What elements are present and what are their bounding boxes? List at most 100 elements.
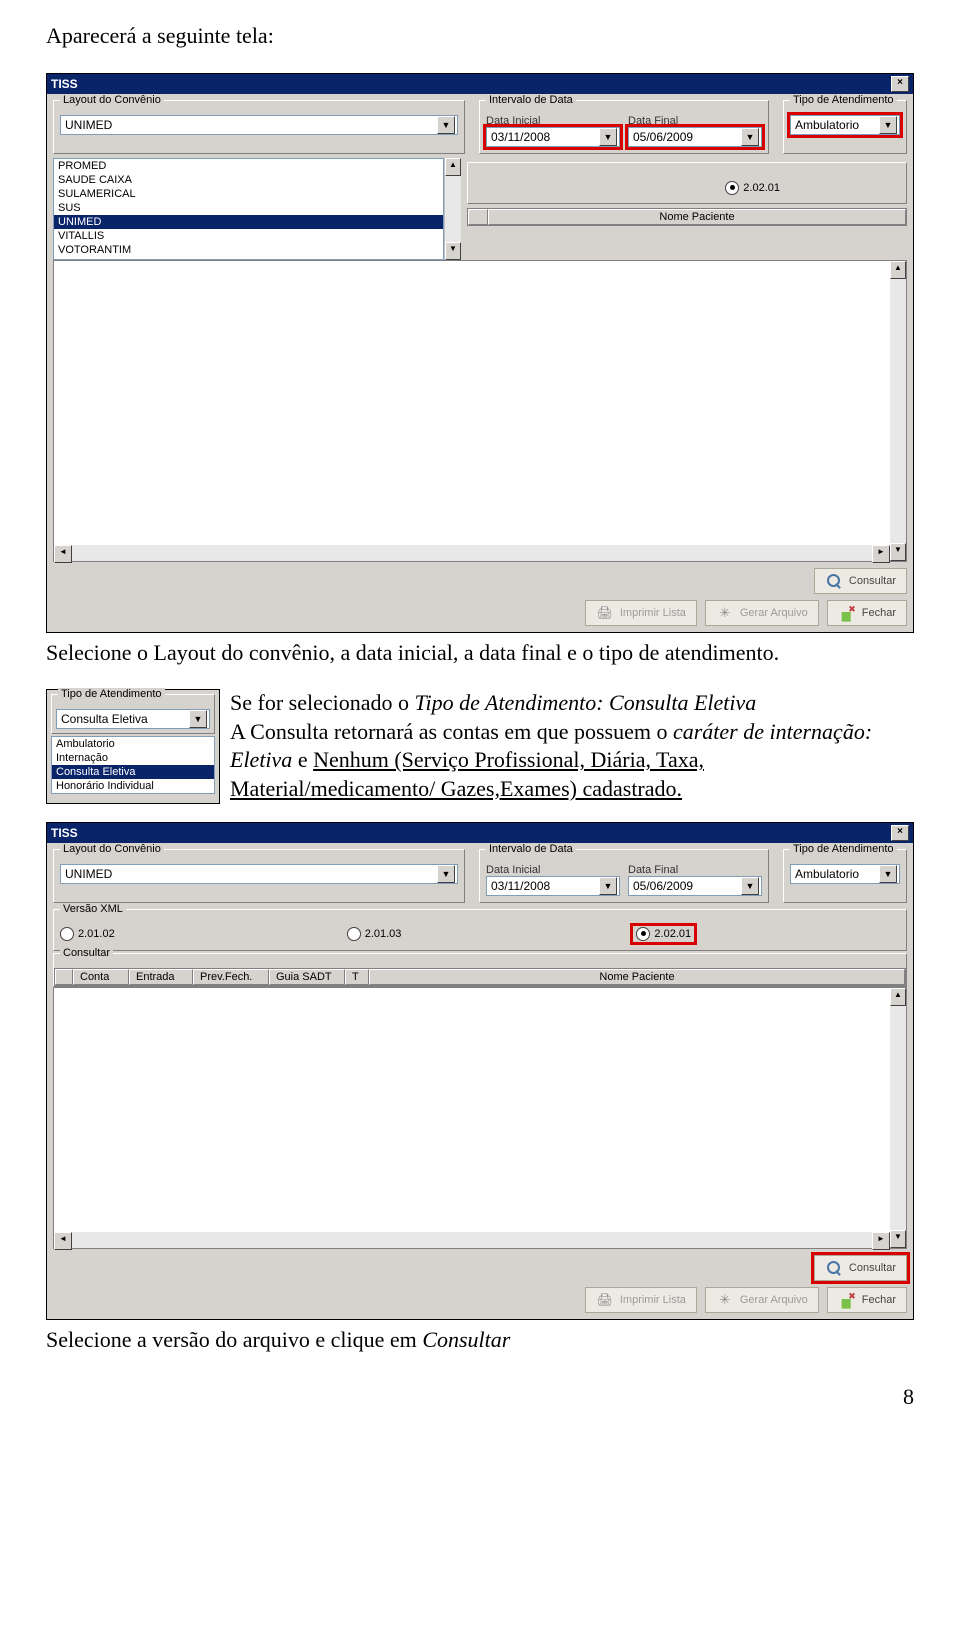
h-scrollbar[interactable]: ◄ ► [54,545,890,561]
tipo-select-small-value: Consulta Eletiva [61,712,148,726]
col-guiasadt: Guia SADT [269,969,345,985]
group-intervalo-label-2: Intervalo de Data [486,843,576,855]
scroll-up-icon[interactable]: ▲ [890,988,906,1006]
consultar-button[interactable]: Consultar [814,568,907,594]
list-item[interactable]: VITALLIS [54,229,443,243]
page-number: 8 [46,1384,914,1410]
label-data-inicial: Data Inicial [486,115,620,127]
tipo-listbox[interactable]: Ambulatorio Internação Consulta Eletiva … [51,736,215,794]
data-final-value: 05/06/2009 [633,130,693,144]
list-item-selected[interactable]: Consulta Eletiva [52,765,214,779]
layout-select-2[interactable]: UNIMED ▼ [60,864,458,884]
group-intervalo-label: Intervalo de Data [486,94,576,106]
group-tipo-label-2: Tipo de Atendimento [790,843,897,855]
chevron-down-icon[interactable]: ▼ [437,865,455,883]
col-nome-paciente: Nome Paciente [488,209,906,225]
imprimir-button[interactable]: Imprimir Lista [585,600,697,626]
chevron-down-icon[interactable]: ▼ [599,128,617,146]
search-icon [825,572,843,590]
chevron-down-icon[interactable]: ▼ [879,865,897,883]
data-final-field-2[interactable]: 05/06/2009 ▼ [628,876,762,896]
p-last-a: Selecione a versão do arquivo e clique e… [46,1327,422,1352]
scroll-up-icon[interactable]: ▲ [890,261,906,279]
label-data-inicial-2: Data Inicial [486,864,620,876]
scroll-down-icon[interactable]: ▼ [890,1230,906,1248]
layout-select[interactable]: UNIMED ▼ [60,115,458,135]
scroll-down-icon[interactable]: ▼ [890,543,906,561]
fechar-button-2[interactable]: Fechar [827,1287,907,1313]
intro-text: Aparecerá a seguinte tela: [46,22,914,51]
chevron-down-icon[interactable]: ▼ [879,116,897,134]
p2a: Se for selecionado o [230,690,415,715]
results-grid-2[interactable]: ◄ ► ▲ ▼ [53,987,907,1249]
data-inicial-value: 03/11/2008 [491,130,550,144]
radio-versao-2[interactable]: 2.01.03 [347,927,402,941]
layout-listbox[interactable]: PROMED SAUDE CAIXA SULAMERICAL SUS UNIME… [53,158,444,260]
layout-select-value-2: UNIMED [65,867,112,881]
gerar-button[interactable]: Gerar Arquivo [705,600,819,626]
fechar-button[interactable]: Fechar [827,600,907,626]
close-icon[interactable]: × [891,825,909,841]
radio-versao-3b[interactable]: 2.02.01 [633,926,694,942]
close-icon [838,1291,856,1309]
gear-icon [716,1291,734,1309]
tipo-select-value-2: Ambulatorio [795,867,859,881]
chevron-down-icon[interactable]: ▼ [741,877,759,895]
list-item[interactable]: Ambulatorio [52,737,214,751]
list-item[interactable]: SAUDE CAIXA [54,173,443,187]
radio-label: 2.01.03 [365,928,402,940]
chevron-down-icon[interactable]: ▼ [599,877,617,895]
scroll-right-icon[interactable]: ► [872,545,890,563]
screenshot-2: TISS × Layout do Convênio UNIMED ▼ Inter… [46,822,914,1320]
list-item[interactable]: PROMED [54,159,443,173]
h-scrollbar-2[interactable]: ◄ ► [54,1232,890,1248]
radio-versao-3[interactable]: 2.02.01 [725,181,780,195]
gerar-button-2[interactable]: Gerar Arquivo [705,1287,819,1313]
printer-icon [596,604,614,622]
results-grid[interactable]: ◄ ► ▲ ▼ [53,260,907,562]
scroll-up-icon[interactable]: ▲ [445,158,461,176]
tipo-select-2[interactable]: Ambulatorio ▼ [790,864,900,884]
col-nome-paciente-2: Nome Paciente [369,969,905,985]
v-scrollbar-2[interactable]: ▲ ▼ [890,988,906,1248]
button-label: Consultar [849,1262,896,1274]
radio-icon [347,927,361,941]
scroll-right-icon[interactable]: ► [872,1232,890,1250]
consultar-button-2[interactable]: Consultar [814,1255,907,1281]
imprimir-button-2[interactable]: Imprimir Lista [585,1287,697,1313]
col-entrada: Entrada [129,969,193,985]
tipo-select-value: Ambulatorio [795,118,859,132]
v-scrollbar[interactable]: ▲ ▼ [890,261,906,561]
close-icon[interactable]: × [891,76,909,92]
data-inicial-field-2[interactable]: 03/11/2008 ▼ [486,876,620,896]
list-item-selected[interactable]: UNIMED [54,215,443,229]
data-inicial-field[interactable]: 03/11/2008 ▼ [486,127,620,147]
scroll-left-icon[interactable]: ◄ [54,545,72,563]
p3c: e [292,747,313,772]
radio-versao-1[interactable]: 2.01.02 [60,927,115,941]
label-data-final: Data Final [628,115,762,127]
chevron-down-icon[interactable]: ▼ [189,710,207,728]
list-item[interactable]: SULAMERICAL [54,187,443,201]
list-item[interactable]: SUS [54,201,443,215]
radio-label: 2.01.02 [78,928,115,940]
scroll-down-icon[interactable]: ▼ [445,242,461,260]
radio-label: 2.02.01 [654,928,691,940]
list-item[interactable]: VOTORANTIM [54,243,443,257]
scroll-left-icon[interactable]: ◄ [54,1232,72,1250]
chevron-down-icon[interactable]: ▼ [741,128,759,146]
list-item[interactable]: Internação [52,751,214,765]
chevron-down-icon[interactable]: ▼ [437,116,455,134]
group-consultar-label: Consultar [60,947,113,959]
tipo-select-small[interactable]: Consulta Eletiva ▼ [56,709,210,729]
gear-icon [716,604,734,622]
radio-icon [636,927,650,941]
p-last-b: Consultar [422,1327,510,1352]
data-final-field[interactable]: 05/06/2009 ▼ [628,127,762,147]
group-tipo-label: Tipo de Atendimento [790,94,897,106]
radio-label: 2.02.01 [743,182,780,194]
tipo-select[interactable]: Ambulatorio ▼ [790,115,900,135]
radio-icon [60,927,74,941]
listbox-scrollbar[interactable]: ▲ ▼ [444,158,461,260]
list-item[interactable]: Honorário Individual [52,779,214,793]
